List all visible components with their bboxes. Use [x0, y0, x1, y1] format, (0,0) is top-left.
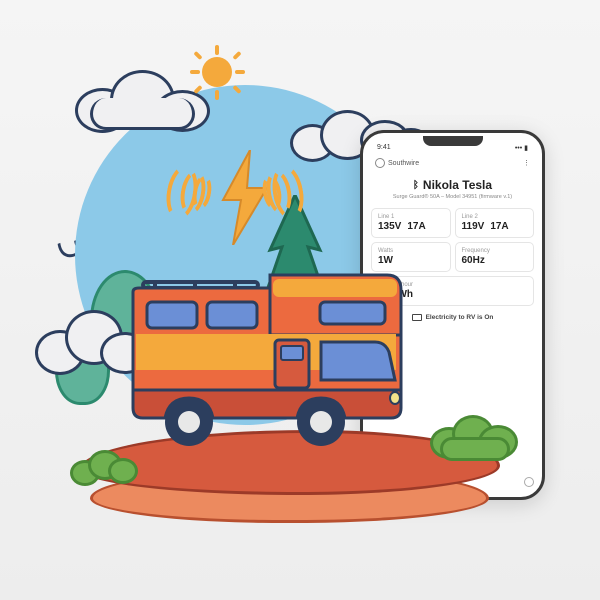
- device-name: ᛒ Nikola Tesla: [371, 178, 534, 192]
- status-time: 9:41: [377, 144, 391, 152]
- reading-frequency[interactable]: Frequency 60Hz: [455, 242, 535, 272]
- reading-line1[interactable]: Line 1 135V 17A: [371, 208, 451, 238]
- brand-logo-icon: [375, 158, 385, 168]
- menu-dots-icon[interactable]: ⋮: [523, 159, 530, 167]
- reading-line2[interactable]: Line 2 119V 17A: [455, 208, 535, 238]
- rv-illustration: [105, 260, 405, 470]
- app-header: Southwire ⋮: [371, 152, 534, 172]
- rv-status-icon: [412, 314, 422, 321]
- illustration-scene: 9:41 ••• ▮ Southwire ⋮ ᛒ Nikola Tesla Su…: [0, 0, 600, 600]
- phone-notch: [423, 136, 483, 146]
- bluetooth-icon: ᛒ: [413, 180, 419, 191]
- footer-right-icon[interactable]: [524, 477, 534, 487]
- brand-label: Southwire: [375, 158, 419, 168]
- device-subtitle: Surge Guard® 50A – Model 34951 (firmware…: [371, 194, 534, 200]
- lightning-bolt-icon: [215, 150, 275, 250]
- status-indicators: ••• ▮: [515, 144, 528, 152]
- sun-icon: [190, 45, 245, 100]
- device-title-block: ᛒ Nikola Tesla Surge Guard® 50A – Model …: [371, 178, 534, 200]
